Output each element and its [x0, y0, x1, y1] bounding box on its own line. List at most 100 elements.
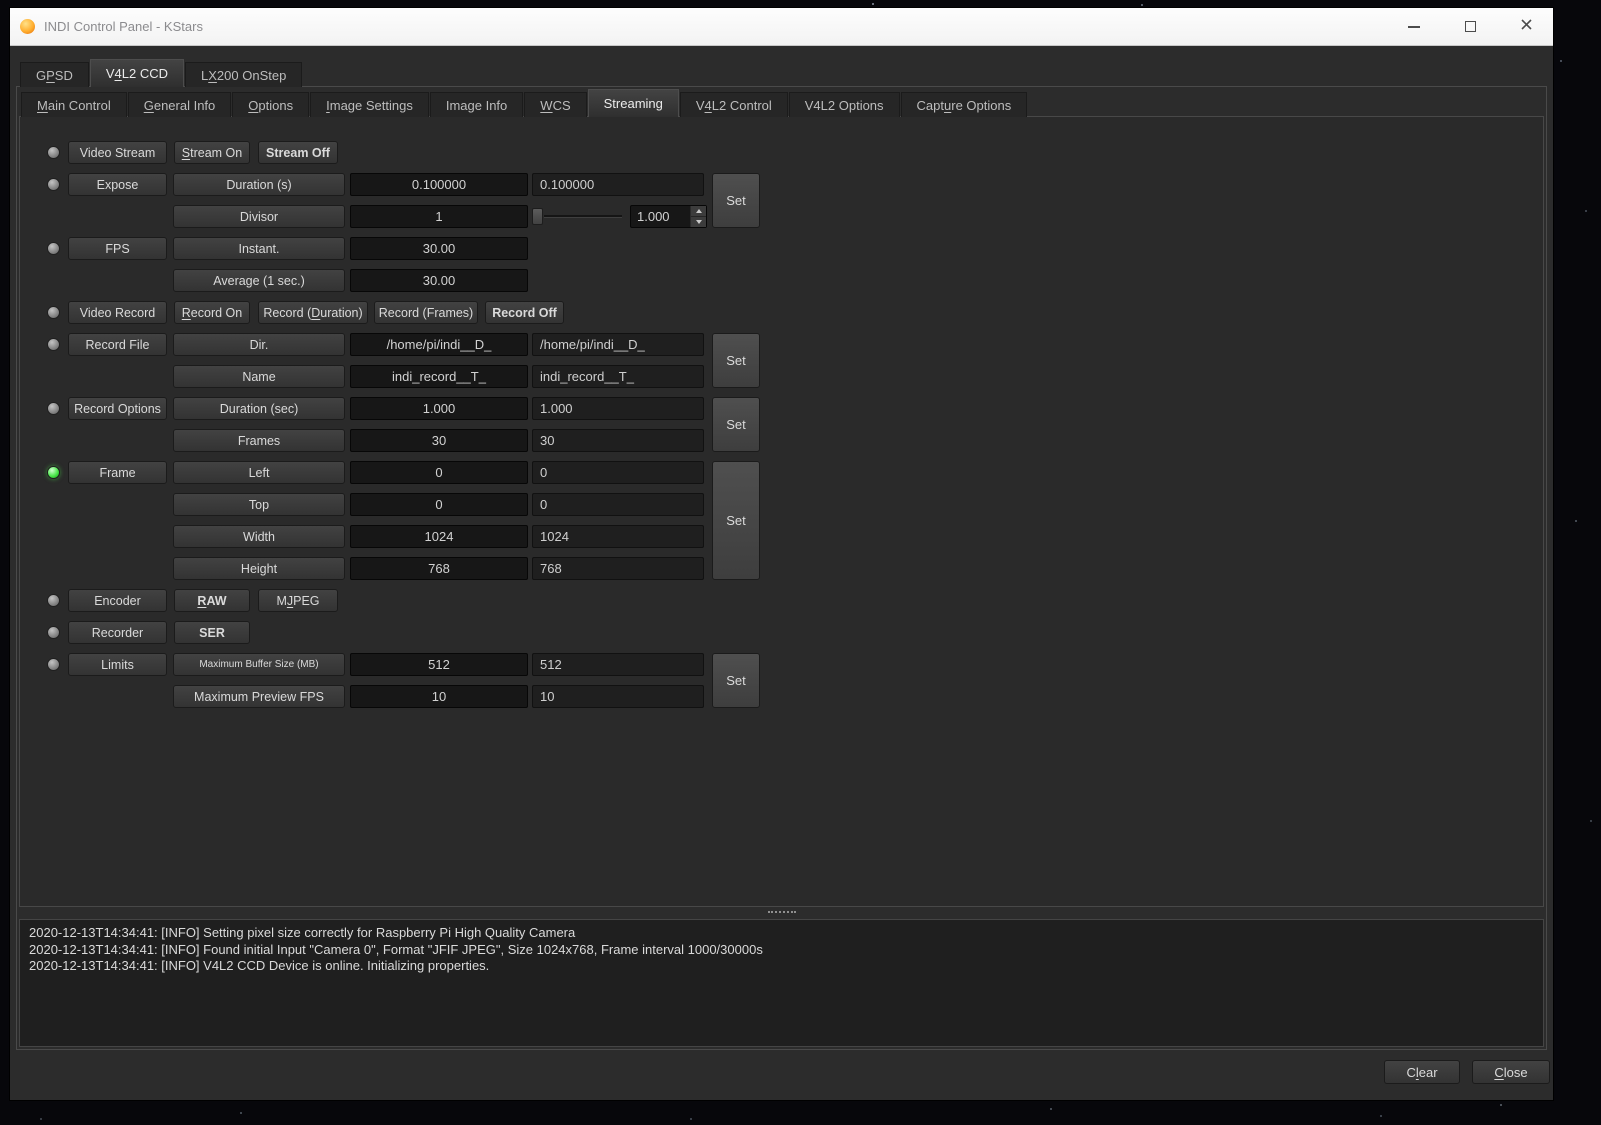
limits-preview-input[interactable] — [350, 685, 528, 708]
record-duration-current: 1.000 — [532, 397, 704, 420]
record-dir-current: /home/pi/indi__D_ — [532, 333, 704, 356]
record-name-name-button[interactable]: Name — [173, 365, 345, 388]
tab-image-settings[interactable]: Image Settings — [310, 92, 429, 117]
tab-main-control[interactable]: Main Control — [21, 92, 127, 117]
encoder-group-button[interactable]: Encoder — [68, 589, 167, 612]
frame-height-input[interactable] — [350, 557, 528, 580]
indi-control-panel-window: INDI Control Panel - KStars G P SD V 4 L2 CC… — [10, 8, 1553, 1100]
device-tab-gpsd[interactable]: G P SD — [20, 62, 89, 87]
fps-average-name-button[interactable]: Average (1 sec.) — [173, 269, 345, 292]
recorder-group-button[interactable]: Recorder — [68, 621, 167, 644]
titlebar: INDI Control Panel - KStars — [10, 8, 1553, 46]
expose-duration-name-button[interactable]: Duration (s) — [173, 173, 345, 196]
record-options-led — [47, 402, 60, 415]
ser-button[interactable]: SER — [174, 621, 250, 644]
maximize-icon — [1464, 21, 1476, 32]
raw-button[interactable]: R AW — [174, 589, 250, 612]
expose-duration-current: 0.100000 — [532, 173, 704, 196]
recorder-led — [47, 626, 60, 639]
record-off-button[interactable]: Record Off — [485, 301, 564, 324]
record-name-input[interactable] — [350, 365, 528, 388]
starfield-background — [0, 0, 2, 2]
device-pane: Main Control General Info Options Image … — [16, 86, 1547, 1050]
indi-app-icon — [20, 19, 35, 34]
mjpeg-button[interactable]: M J PEG — [258, 589, 338, 612]
fps-led — [47, 242, 60, 255]
expose-duration-input[interactable] — [350, 173, 528, 196]
record-dir-input[interactable] — [350, 333, 528, 356]
expose-set-button[interactable]: Set — [712, 173, 760, 228]
record-on-button[interactable]: Record On — [174, 301, 250, 324]
frame-top-name-button[interactable]: Top — [173, 493, 345, 516]
frame-width-input[interactable] — [350, 525, 528, 548]
frame-width-name-button[interactable]: Width — [173, 525, 345, 548]
frame-left-name-button[interactable]: Left — [173, 461, 345, 484]
device-tab-lx200-onstep[interactable]: L X 200 OnStep — [185, 62, 303, 87]
maximize-button[interactable] — [1455, 12, 1485, 42]
record-dir-name-button[interactable]: Dir. — [173, 333, 345, 356]
limits-buffer-name-button[interactable]: Maximum Buffer Size (MB) — [173, 653, 345, 676]
record-duration-button[interactable]: Record (Duration) — [258, 301, 368, 324]
divisor-slider-handle[interactable] — [532, 208, 543, 225]
divisor-spinbox[interactable] — [630, 205, 707, 228]
record-file-set-button[interactable]: Set — [712, 333, 760, 388]
close-button[interactable] — [1511, 12, 1541, 42]
fps-instant-value: 30.00 — [350, 237, 528, 260]
video-record-group-button[interactable]: Video Record — [68, 301, 167, 324]
record-options-set-button[interactable]: Set — [712, 397, 760, 452]
close-window-button[interactable]: Close — [1472, 1060, 1550, 1084]
spin-up-button[interactable] — [691, 206, 706, 217]
tab-v4l2-control[interactable]: V 4 L2 Control — [679, 92, 788, 117]
log-line: 2020-12-13T14:34:41: [INFO] Setting pixe… — [29, 925, 576, 940]
record-frames-button[interactable]: Record (Frames) — [374, 301, 478, 324]
divisor-input[interactable] — [350, 205, 528, 228]
frame-led — [47, 466, 60, 479]
minimize-button[interactable] — [1399, 12, 1429, 42]
divisor-slider-groove — [544, 215, 622, 218]
tab-general-info[interactable]: General Info — [127, 92, 232, 117]
divisor-slider[interactable] — [532, 205, 624, 228]
clear-button[interactable]: Cl ear — [1384, 1060, 1460, 1084]
video-record-led — [47, 306, 60, 319]
limits-buffer-input[interactable] — [350, 653, 528, 676]
video-stream-group-button[interactable]: Video Stream — [68, 141, 167, 164]
frame-group-button[interactable]: Frame — [68, 461, 167, 484]
record-frames-name-button[interactable]: Frames — [173, 429, 345, 452]
tab-capture-options[interactable]: Capt u re Options — [900, 92, 1028, 117]
expose-group-button[interactable]: Expose — [68, 173, 167, 196]
record-file-group-button[interactable]: Record File — [68, 333, 167, 356]
record-frames-current: 30 — [532, 429, 704, 452]
divisor-name-button[interactable]: Divisor — [173, 205, 345, 228]
limits-group-button[interactable]: Limits — [68, 653, 167, 676]
tab-options[interactable]: Options — [232, 92, 310, 117]
device-tab-v4l2-ccd[interactable]: V 4 L2 CCD — [89, 59, 185, 87]
log-area[interactable]: 2020-12-13T14:34:41: [INFO] Setting pixe… — [19, 919, 1544, 1047]
limits-set-button[interactable]: Set — [712, 653, 760, 708]
fps-instant-name-button[interactable]: Instant. — [173, 237, 345, 260]
tab-streaming[interactable]: Streaming — [587, 89, 679, 117]
spin-down-button[interactable] — [691, 217, 706, 227]
tab-v4l2-options[interactable]: V4L2 Options — [788, 92, 900, 117]
frame-height-name-button[interactable]: Height — [173, 557, 345, 580]
record-frames-input[interactable] — [350, 429, 528, 452]
frame-set-button[interactable]: Set — [712, 461, 760, 580]
frame-left-input[interactable] — [350, 461, 528, 484]
frame-left-current: 0 — [532, 461, 704, 484]
frame-height-current: 768 — [532, 557, 704, 580]
device-tabbar: G P SD V 4 L2 CCD L X 200 OnStep — [20, 59, 303, 87]
limits-preview-name-button[interactable]: Maximum Preview FPS — [173, 685, 345, 708]
log-splitter[interactable] — [19, 908, 1544, 917]
limits-preview-current: 10 — [532, 685, 704, 708]
record-duration-input[interactable] — [350, 397, 528, 420]
window-title: INDI Control Panel - KStars — [44, 19, 203, 34]
stream-on-button[interactable]: Stream On — [174, 141, 250, 164]
record-name-current: indi_record__T_ — [532, 365, 704, 388]
stream-off-button[interactable]: Stream Off — [258, 141, 338, 164]
frame-top-input[interactable] — [350, 493, 528, 516]
tab-image-info[interactable]: Image Info — [429, 92, 524, 117]
divisor-spin-value[interactable] — [631, 206, 690, 227]
tab-wcs[interactable]: W CS — [524, 92, 587, 117]
record-options-group-button[interactable]: Record Options — [68, 397, 167, 420]
fps-group-button[interactable]: FPS — [68, 237, 167, 260]
record-duration-name-button[interactable]: Duration (sec) — [173, 397, 345, 420]
